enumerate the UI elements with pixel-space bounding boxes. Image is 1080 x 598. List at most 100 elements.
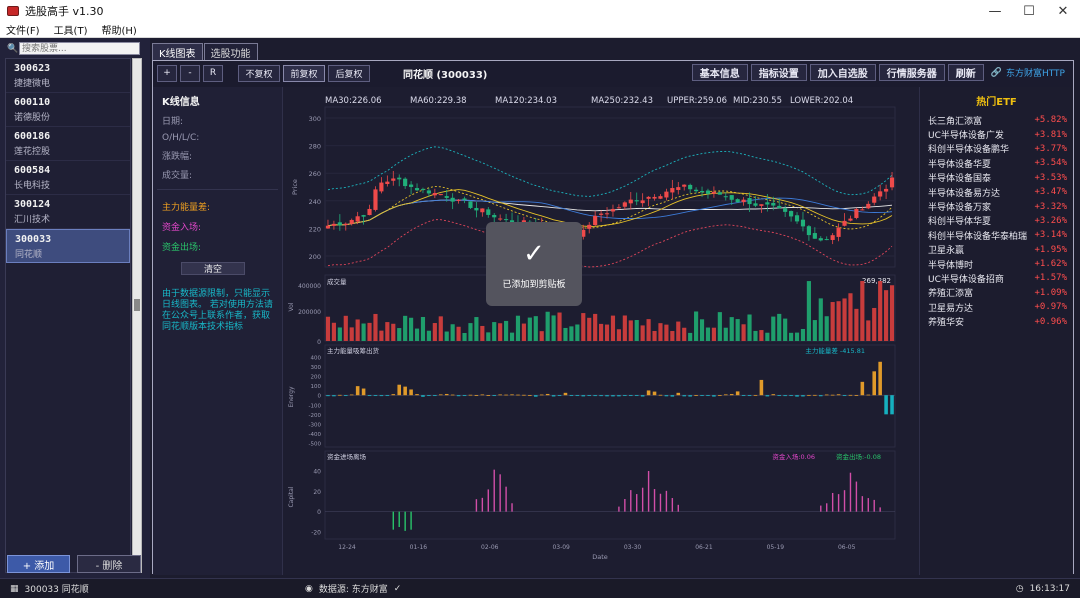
etf-item[interactable]: UC半导体设备招商 +1.57% [920,271,1073,285]
volume-tick: 0 [317,339,321,346]
volume-bar [593,313,598,341]
volume-bar [759,330,764,341]
kline-chart[interactable]: 200220240260280300Price成交量 269,2824000002… [283,87,919,575]
energy-bar [718,395,722,396]
date-axis-label: Date [592,553,608,561]
etf-name: 卫星永赢 [928,246,965,257]
etf-item[interactable]: 半导体设备华夏 +3.54% [920,156,1073,170]
etf-item[interactable]: 半导体设备国泰 +3.53% [920,171,1073,185]
candle-body [878,191,883,197]
capital-axis-label: Capital [288,486,295,507]
data-source-link[interactable]: 东方财富HTTP [1006,66,1065,79]
zoom-out-button[interactable]: - [180,64,200,82]
price-tick: 260 [309,170,321,178]
energy-bar [712,395,716,397]
stock-item[interactable]: 600584 长电科技 [6,161,130,195]
etf-item[interactable]: 科创半导体设备华泰柏瑞 +3.14% [920,228,1073,242]
volume-bar [403,315,408,341]
candle-body [735,199,740,203]
volume-bar [504,320,509,341]
stock-item[interactable]: 300623 捷捷微电 [6,59,130,93]
energy-bar [415,394,419,396]
close-icon[interactable]: ✕ [1046,0,1080,22]
capital-in-readout: 资金入场:0.06 [772,452,815,461]
stock-code: 600186 [14,131,51,142]
forward-adjust-button[interactable]: 前复权 [283,64,325,82]
candle-body [771,202,776,206]
menu-help[interactable]: 帮助(H) [101,22,136,37]
tab-kline[interactable]: K线图表 [152,43,203,60]
etf-item[interactable]: 科创半导体设备鹏华 +3.77% [920,142,1073,156]
maximize-icon[interactable]: ☐ [1012,0,1046,22]
menu-tools[interactable]: 工具(T) [54,22,88,37]
refresh-button[interactable]: 刷新 [947,64,984,81]
no-adjust-button[interactable]: 不复权 [238,64,280,82]
stock-item[interactable]: 600110 诺德股份 [6,93,130,127]
etf-item[interactable]: 半导体设备万家 +3.32% [920,199,1073,214]
energy-bar [480,394,485,396]
candle-body [616,207,621,209]
candle-body [498,218,503,220]
volume-bar [385,322,390,341]
candle-body [694,189,699,192]
volume-bar [545,311,550,341]
energy-bar [670,395,675,397]
etf-item[interactable]: 半导体设备易方达 +3.47% [920,185,1073,199]
stock-item[interactable]: 300124 汇川技术 [6,195,130,229]
add-watchlist-button[interactable]: 加入自选股 [809,64,876,81]
etf-item[interactable]: 半导体博时 +1.62% [920,257,1073,271]
indicator-settings-button[interactable]: 指标设置 [750,64,807,81]
stock-item-selected[interactable]: 300033 同花顺 [6,229,130,263]
volume-bar [741,324,746,341]
backward-adjust-button[interactable]: 后复权 [328,64,370,82]
clear-button[interactable]: 清空 [181,262,245,275]
volume-bar [391,323,396,341]
energy-bar [593,395,597,397]
price-tick: 280 [309,143,321,151]
quote-server-button[interactable]: 行情服务器 [878,64,945,81]
candle-body [385,181,390,185]
candle-body [409,184,414,187]
candle-body [604,213,610,215]
minimize-icon[interactable]: — [978,0,1012,22]
candle-body [818,238,823,241]
scroll-thumb[interactable] [134,299,140,311]
etf-name: 科创半导体设备鹏华 [928,145,1010,156]
menu-file[interactable]: 文件(F) [6,22,40,37]
delete-button[interactable]: - 删除 [77,555,141,573]
energy-tick: 100 [311,384,322,390]
volume-bar [557,312,562,341]
reset-button[interactable]: R [203,64,223,82]
volume-bar [438,316,443,341]
search-input[interactable] [19,42,140,55]
energy-bar [379,395,384,397]
add-button[interactable]: + 添加 [7,555,70,573]
etf-item[interactable]: 卫星易方达 +0.97% [920,300,1073,314]
energy-label: 主力能量吸筹出货 [327,346,380,355]
etf-item[interactable]: 养殖华安 +0.96% [920,314,1073,329]
tab-stock-picker[interactable]: 选股功能 [203,43,258,60]
volume-bar [866,320,871,341]
etf-item[interactable]: 养殖汇添富 +1.09% [920,286,1073,300]
basic-info-button[interactable]: 基本信息 [691,64,748,81]
etf-item[interactable]: 长三角汇添富 +5.82% [920,113,1073,127]
etf-item[interactable]: 卫星永赢 +1.95% [920,243,1073,257]
stock-list-scrollbar[interactable] [132,58,142,573]
etf-name: UC半导体设备招商 [928,274,1004,285]
chart-area[interactable]: MA30:226.06 MA60:229.38 MA120:234.03 MA2… [283,87,919,575]
energy-bar [421,395,425,397]
price-pane [324,106,896,268]
stock-item[interactable]: 600186 莲花控股 [6,127,130,161]
zoom-in-button[interactable]: + [157,64,177,82]
candle-body [379,182,384,192]
candle-body [634,200,639,202]
etf-item[interactable]: 科创半导体华夏 +3.26% [920,214,1073,228]
candle-body [444,196,449,198]
stock-list: 300623 捷捷微电 600110 诺德股份 600186 莲花控股 600584 长… [5,58,131,573]
etf-item[interactable]: UC半导体设备广发 +3.81% [920,127,1073,142]
volume-bar [842,298,847,341]
candle-body [628,199,633,204]
volume-bar [539,331,544,341]
etf-change: +3.81% [1034,129,1067,140]
energy-pane [324,344,896,448]
